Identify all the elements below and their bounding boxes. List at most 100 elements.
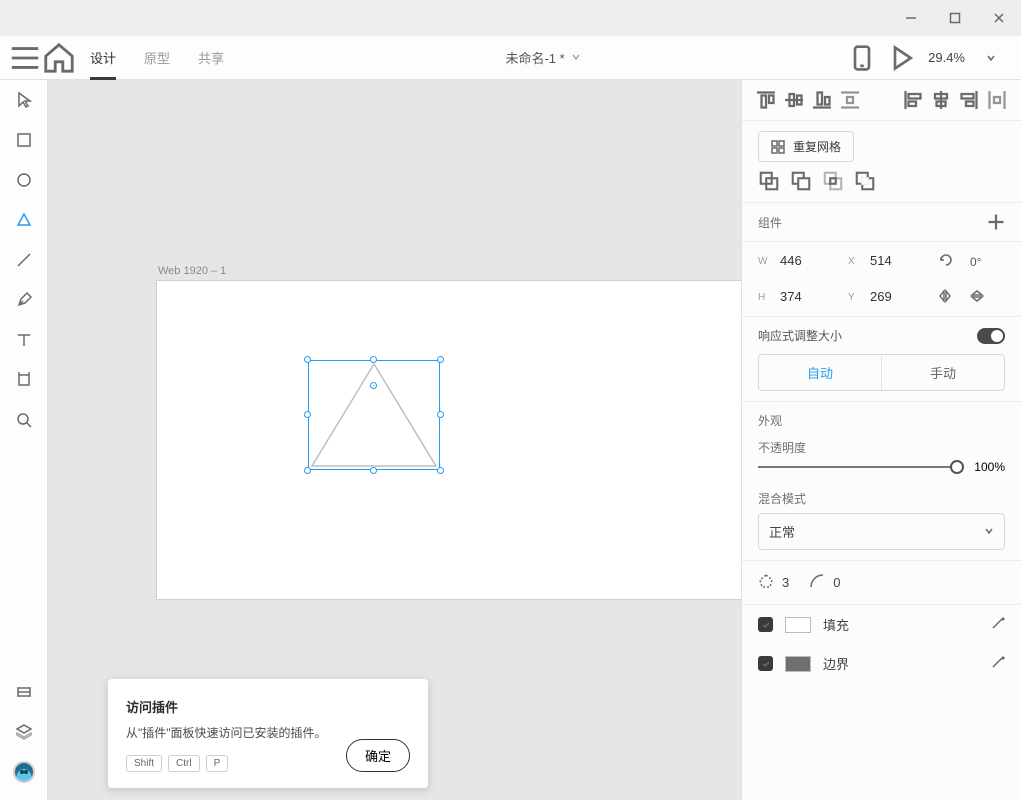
- fill-checkbox[interactable]: [758, 617, 773, 632]
- resize-handle-tc[interactable]: [370, 356, 377, 363]
- hint-tooltip: 访问插件 从"插件"面板快速访问已安装的插件。 Shift Ctrl P 确定: [108, 679, 428, 788]
- stroke-color-swatch[interactable]: [785, 656, 811, 672]
- responsive-section: 响应式调整大小 自动 手动: [742, 317, 1021, 402]
- minimize-button[interactable]: [889, 0, 933, 36]
- play-button[interactable]: [888, 44, 916, 72]
- fill-color-swatch[interactable]: [785, 617, 811, 633]
- align-right-icon[interactable]: [957, 88, 981, 112]
- tab-design[interactable]: 设计: [76, 36, 130, 80]
- line-tool[interactable]: [0, 240, 48, 280]
- add-component-button[interactable]: [987, 213, 1005, 231]
- opacity-slider[interactable]: [758, 466, 964, 468]
- document-title-dropdown[interactable]: 未命名-1 *: [238, 48, 848, 67]
- distribute-h-icon[interactable]: [985, 88, 1009, 112]
- selection-outline: [308, 360, 440, 470]
- align-hcenter-icon[interactable]: [929, 88, 953, 112]
- flip-horizontal-icon[interactable]: [938, 289, 962, 306]
- align-top-icon[interactable]: [754, 88, 778, 112]
- resize-handle-ml[interactable]: [304, 411, 311, 418]
- artboard-label[interactable]: Web 1920 – 1: [158, 265, 226, 277]
- device-preview-button[interactable]: [848, 44, 876, 72]
- select-tool[interactable]: [0, 80, 48, 120]
- text-tool[interactable]: [0, 320, 48, 360]
- tab-share[interactable]: 共享: [184, 36, 238, 80]
- chevron-down-icon: [571, 50, 581, 65]
- rotation-value[interactable]: 0°: [970, 255, 1000, 269]
- tab-prototype[interactable]: 原型: [130, 36, 184, 80]
- opacity-label: 不透明度: [758, 439, 1005, 456]
- resize-handle-bc[interactable]: [370, 467, 377, 474]
- properties-panel: 重复网格 组件 W X 0° H Y: [741, 80, 1021, 800]
- stroke-checkbox[interactable]: [758, 656, 773, 671]
- width-label: W: [758, 256, 772, 267]
- layers-panel-button[interactable]: [0, 712, 48, 752]
- y-input[interactable]: [870, 289, 930, 306]
- opacity-knob[interactable]: [950, 460, 964, 474]
- opacity-value: 100%: [974, 460, 1005, 474]
- responsive-manual-button[interactable]: 手动: [881, 355, 1004, 390]
- align-bottom-icon[interactable]: [810, 88, 834, 112]
- height-label: H: [758, 292, 772, 303]
- height-input[interactable]: [780, 289, 840, 306]
- resize-handle-tl[interactable]: [304, 356, 311, 363]
- corner-row: 3 0: [742, 560, 1021, 605]
- stroke-eyedropper-icon[interactable]: [991, 655, 1005, 672]
- components-section: 组件: [742, 203, 1021, 242]
- appearance-section: 外观 不透明度 100% 混合模式 正常: [742, 402, 1021, 560]
- artboard-tool[interactable]: [0, 360, 48, 400]
- boolean-subtract-icon[interactable]: [790, 170, 812, 192]
- selection-bounding-box[interactable]: [308, 360, 440, 470]
- corner-radius-value[interactable]: 0: [833, 575, 840, 590]
- repeat-grid-label: 重复网格: [793, 138, 841, 155]
- tooltip-ok-button[interactable]: 确定: [346, 739, 410, 772]
- key-shift: Shift: [126, 755, 162, 772]
- ellipse-tool[interactable]: [0, 160, 48, 200]
- align-vcenter-icon[interactable]: [782, 88, 806, 112]
- corner-count-value[interactable]: 3: [782, 575, 789, 590]
- align-row: [742, 80, 1021, 121]
- assets-panel-button[interactable]: [0, 672, 48, 712]
- resize-handle-bl[interactable]: [304, 467, 311, 474]
- tab-design-label: 设计: [90, 48, 116, 67]
- responsive-toggle[interactable]: [977, 328, 1005, 344]
- width-input[interactable]: [780, 253, 840, 270]
- fill-label: 填充: [823, 615, 849, 634]
- artboard[interactable]: [156, 280, 741, 600]
- chevron-down-icon: [984, 524, 994, 539]
- polygon-tool[interactable]: [0, 200, 48, 240]
- x-input[interactable]: [870, 253, 930, 270]
- menu-button[interactable]: [8, 36, 42, 80]
- home-button[interactable]: [42, 36, 76, 80]
- responsive-auto-button[interactable]: 自动: [759, 355, 881, 390]
- fill-eyedropper-icon[interactable]: [991, 616, 1005, 633]
- resize-handle-br[interactable]: [437, 467, 444, 474]
- rotation-icon[interactable]: [938, 252, 962, 271]
- boolean-ops-row: [758, 170, 1005, 192]
- blend-label: 混合模式: [758, 490, 1005, 507]
- maximize-button[interactable]: [933, 0, 977, 36]
- align-left-icon[interactable]: [901, 88, 925, 112]
- zoom-tool[interactable]: [0, 400, 48, 440]
- boolean-intersect-icon[interactable]: [822, 170, 844, 192]
- blend-mode-dropdown[interactable]: 正常: [758, 513, 1005, 550]
- boolean-add-icon[interactable]: [758, 170, 780, 192]
- corner-radius-icon: [809, 573, 825, 592]
- zoom-value[interactable]: 29.4%: [928, 50, 965, 65]
- close-button[interactable]: [977, 0, 1021, 36]
- appearance-title: 外观: [758, 412, 1005, 429]
- pen-tool[interactable]: [0, 280, 48, 320]
- resize-handle-mr[interactable]: [437, 411, 444, 418]
- components-title: 组件: [758, 214, 782, 231]
- repeat-grid-button[interactable]: 重复网格: [758, 131, 854, 162]
- resize-handle-tr[interactable]: [437, 356, 444, 363]
- distribute-v-icon[interactable]: [838, 88, 862, 112]
- zoom-dropdown[interactable]: [977, 44, 1005, 72]
- boolean-exclude-icon[interactable]: [854, 170, 876, 192]
- tab-prototype-label: 原型: [144, 48, 170, 67]
- fill-row: 填充: [742, 605, 1021, 644]
- plugins-panel-button[interactable]: [0, 752, 48, 792]
- y-label: Y: [848, 292, 862, 303]
- flip-vertical-icon[interactable]: [970, 289, 1000, 306]
- canvas[interactable]: Web 1920 – 1 访问插件 从"插件"面板快速访问已安装的插件。 Shi…: [48, 80, 741, 800]
- rectangle-tool[interactable]: [0, 120, 48, 160]
